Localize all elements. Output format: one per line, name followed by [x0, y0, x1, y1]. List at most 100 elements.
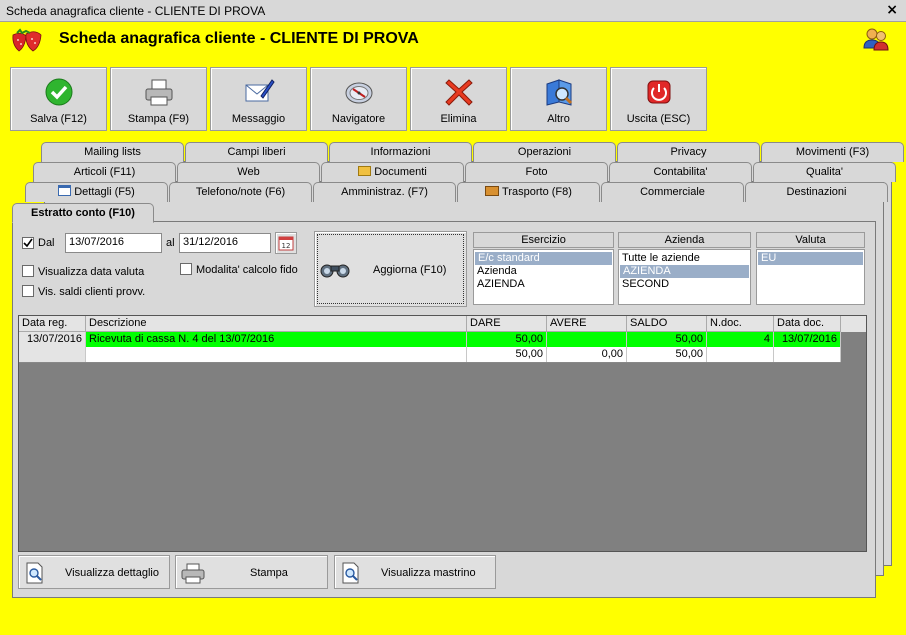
window-title: Scheda anagrafica cliente - CLIENTE DI P… [6, 4, 266, 18]
more-button[interactable]: Altro [510, 67, 607, 131]
visualizza-dettaglio-button[interactable]: Visualizza dettaglio [18, 555, 170, 589]
cell-dare: 50,00 [467, 332, 547, 347]
totals-ndoc [707, 347, 774, 362]
message-button[interactable]: Messaggio [210, 67, 307, 131]
message-icon [245, 79, 275, 102]
print-button[interactable]: Stampa (F9) [110, 67, 207, 131]
svg-text:12: 12 [282, 242, 291, 250]
total-saldo: 50,00 [627, 347, 707, 362]
book-search-icon [546, 79, 573, 106]
navigator-button[interactable]: Navigatore [310, 67, 407, 131]
tab-informazioni[interactable]: Informazioni [329, 142, 472, 162]
cell-saldo: 50,00 [627, 332, 707, 347]
tab-mailing-lists[interactable]: Mailing lists [41, 142, 184, 162]
save-button[interactable]: Salva (F12) [10, 67, 107, 131]
vis-saldi-label: Vis. saldi clienti provv. [38, 286, 146, 298]
tab-dettagli[interactable]: Dettagli (F5) [25, 182, 168, 202]
total-dare: 50,00 [467, 347, 547, 362]
aggiorna-button[interactable]: Aggiorna (F10) [314, 231, 467, 307]
tab-trasporto-label: Trasporto (F8) [502, 186, 572, 198]
calendar-icon: 12 [278, 236, 294, 251]
delete-icon [445, 79, 473, 106]
tab-estratto-conto[interactable]: Estratto conto (F10) [12, 203, 154, 223]
azienda-list[interactable]: Tutte le aziende AZIENDA SECOND [618, 249, 751, 305]
document-search-icon [26, 562, 43, 584]
list-item[interactable]: Tutte le aziende [619, 252, 750, 265]
tab-commerciale[interactable]: Commerciale [601, 182, 744, 202]
check-icon [45, 78, 73, 106]
cell-avere [547, 332, 627, 347]
col-saldo[interactable]: SALDO [627, 316, 707, 332]
tab-documenti-label: Documenti [374, 166, 427, 178]
movements-grid[interactable]: Data reg. Descrizione DARE AVERE SALDO N… [18, 315, 867, 552]
tab-telefono-note[interactable]: Telefono/note (F6) [169, 182, 312, 202]
col-data-doc[interactable]: Data doc. [774, 316, 841, 332]
totals-spacer [19, 347, 86, 362]
tab-web[interactable]: Web [177, 162, 320, 182]
totals-description [86, 347, 467, 362]
tab-privacy[interactable]: Privacy [617, 142, 760, 162]
visualizza-mastrino-button[interactable]: Visualizza mastrino [334, 555, 496, 589]
exit-icon [647, 80, 671, 104]
dal-checkbox[interactable] [22, 237, 34, 249]
users-icon[interactable] [862, 26, 890, 52]
modalita-checkbox[interactable] [180, 263, 192, 275]
tab-dettagli-label: Dettagli (F5) [74, 186, 135, 198]
visualizza-data-valuta-checkbox[interactable] [22, 265, 34, 277]
tab-foto[interactable]: Foto [465, 162, 608, 182]
save-button-label: Salva (F12) [30, 113, 87, 125]
list-item[interactable]: E/c standard [475, 252, 612, 265]
tab-amministraz[interactable]: Amministraz. (F7) [313, 182, 456, 202]
grid-header: Data reg. Descrizione DARE AVERE SALDO N… [19, 316, 866, 332]
delete-button-label: Elimina [440, 113, 477, 125]
col-data-reg[interactable]: Data reg. [19, 316, 86, 332]
col-avere[interactable]: AVERE [547, 316, 627, 332]
print-button-label: Stampa (F9) [127, 113, 190, 125]
calendar-button[interactable]: 12 [275, 232, 297, 254]
tab-movimenti[interactable]: Movimenti (F3) [761, 142, 904, 162]
list-item[interactable]: AZIENDA [474, 278, 613, 291]
col-descrizione[interactable]: Descrizione [86, 316, 467, 332]
tab-destinazioni[interactable]: Destinazioni [745, 182, 888, 202]
vis-saldi-checkbox[interactable] [22, 285, 34, 297]
col-ndoc[interactable]: N.doc. [707, 316, 774, 332]
tab-articoli[interactable]: Articoli (F11) [33, 162, 176, 182]
dal-label: Dal [38, 237, 55, 249]
date-to-input[interactable]: 31/12/2016 [179, 233, 271, 253]
totals-row: 50,00 0,00 50,00 [19, 347, 841, 363]
cell-data-doc: 13/07/2016 [774, 332, 841, 347]
aggiorna-label: Aggiorna (F10) [373, 264, 447, 276]
tab-documenti[interactable]: Documenti [321, 162, 464, 182]
cell-descrizione: Ricevuta di cassa N. 4 del 13/07/2016 [86, 332, 467, 347]
col-dare[interactable]: DARE [467, 316, 547, 332]
valuta-header: Valuta [756, 232, 865, 248]
list-item[interactable]: SECOND [619, 278, 750, 291]
stampa-button[interactable]: Stampa [175, 555, 328, 589]
printer-icon [145, 79, 173, 106]
visualizza-data-valuta-label: Visualizza data valuta [38, 266, 145, 278]
tab-operazioni[interactable]: Operazioni [473, 142, 616, 162]
tab-trasporto[interactable]: Trasporto (F8) [457, 182, 600, 202]
binoculars-icon [320, 264, 350, 278]
list-item[interactable]: EU [758, 252, 863, 265]
compass-icon [345, 82, 373, 104]
table-row[interactable]: 13/07/2016 Ricevuta di cassa N. 4 del 13… [19, 332, 841, 347]
document-search-icon [342, 562, 359, 584]
list-item[interactable]: AZIENDA [620, 265, 749, 278]
valuta-list[interactable]: EU [756, 249, 865, 305]
list-item[interactable]: Azienda [474, 265, 613, 278]
date-from-input[interactable]: 13/07/2016 [65, 233, 162, 253]
tab-qualita[interactable]: Qualita' [753, 162, 896, 182]
cell-ndoc: 4 [707, 332, 774, 347]
delete-button[interactable]: Elimina [410, 67, 507, 131]
tab-campi-liberi[interactable]: Campi liberi [185, 142, 328, 162]
al-label: al [166, 237, 175, 249]
exit-button[interactable]: Uscita (ESC) [610, 67, 707, 131]
stampa-label: Stampa [250, 567, 288, 579]
checkmark-icon [23, 238, 33, 248]
esercizio-list[interactable]: E/c standard Azienda AZIENDA [473, 249, 614, 305]
close-icon[interactable]: × [886, 2, 898, 18]
tab-contabilita[interactable]: Contabilita' [609, 162, 752, 182]
visualizza-dettaglio-label: Visualizza dettaglio [65, 567, 159, 579]
window-titlebar: Scheda anagrafica cliente - CLIENTE DI P… [0, 0, 906, 22]
